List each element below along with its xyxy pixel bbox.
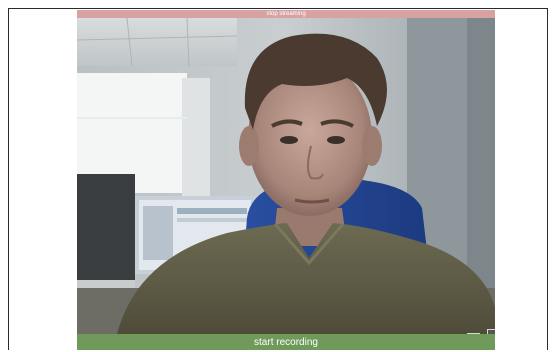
start-recording-button[interactable]: start recording [77, 334, 495, 350]
stop-streaming-button[interactable]: stop streaming [77, 10, 495, 18]
video-size-selector [467, 319, 495, 334]
webcam-video [77, 18, 495, 334]
